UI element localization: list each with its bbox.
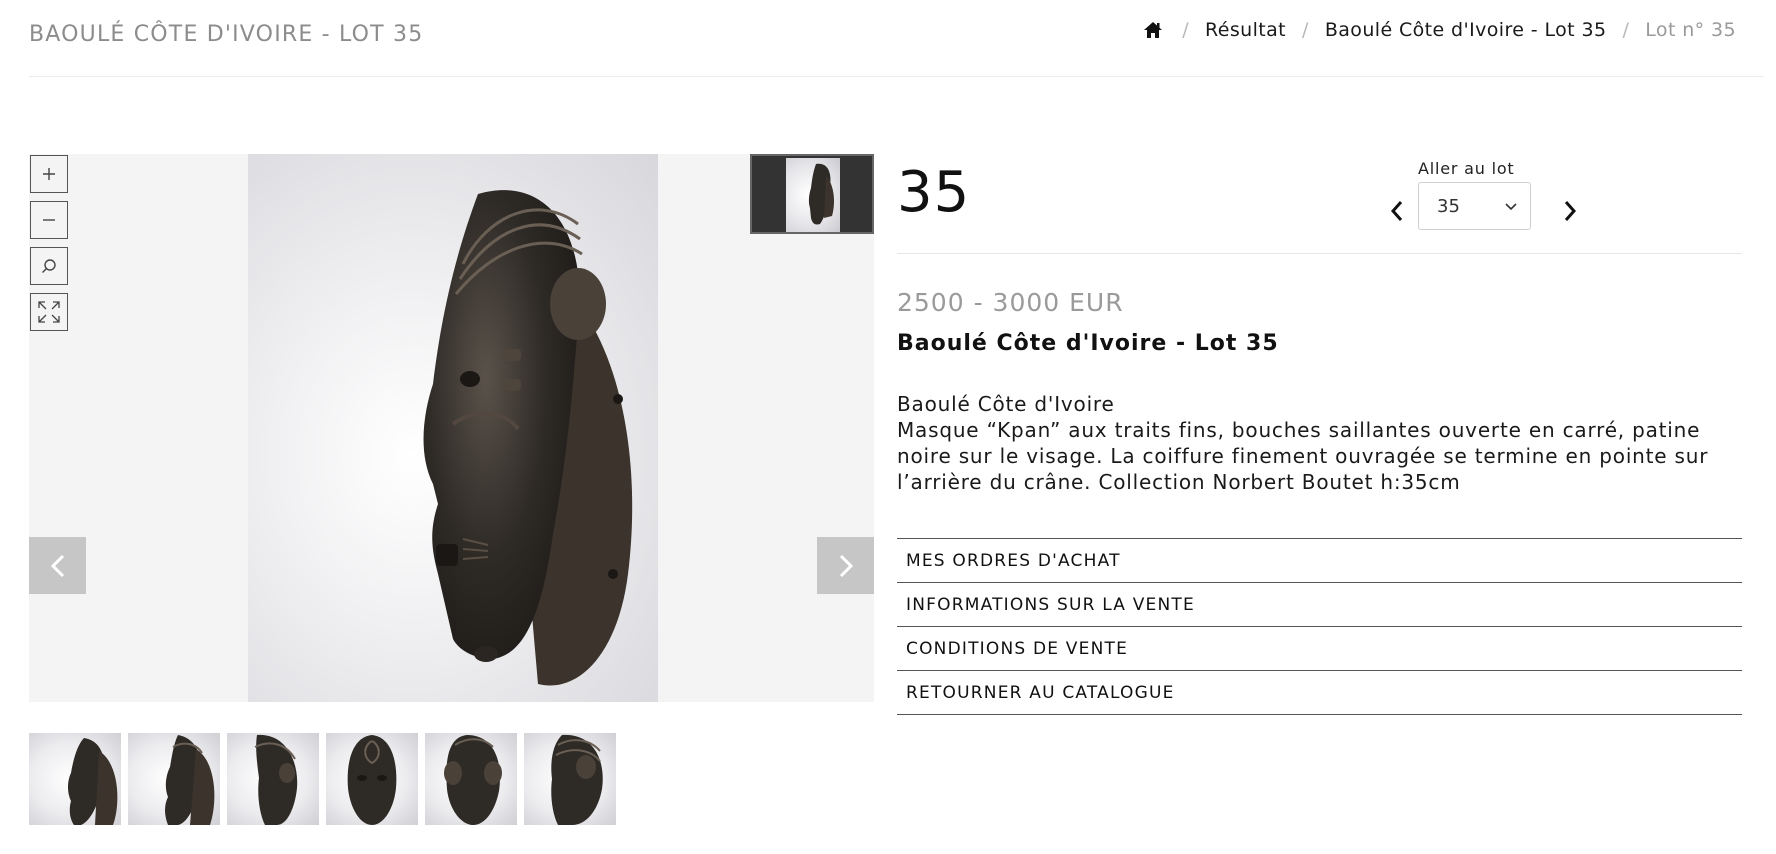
image-viewer[interactable]: [29, 154, 874, 702]
estimate-price: 2500 - 3000 EUR: [897, 288, 1124, 317]
page-header: BAOULÉ CÔTE D'IVOIRE - LOT 35 / Résultat…: [29, 0, 1764, 77]
navigator-viewport: [786, 158, 840, 232]
chevron-right-icon: [1564, 201, 1577, 221]
breadcrumb-item-lot[interactable]: Baoulé Côte d'Ivoire - Lot 35: [1325, 19, 1607, 41]
thumbnail-2[interactable]: [128, 733, 220, 825]
action-terms-of-sale[interactable]: CONDITIONS DE VENTE: [897, 627, 1742, 671]
mask-image: [423, 190, 633, 686]
main-lot-image[interactable]: [248, 154, 658, 702]
fullscreen-icon: [38, 301, 60, 323]
next-lot-button[interactable]: [1555, 196, 1585, 226]
divider: [897, 253, 1742, 254]
action-list: MES ORDRES D'ACHAT INFORMATIONS SUR LA V…: [897, 538, 1742, 715]
breadcrumb-separator: /: [1302, 19, 1309, 41]
lot-title: Baoulé Côte d'Ivoire - Lot 35: [897, 331, 1279, 356]
thumbnail-4[interactable]: [326, 733, 418, 825]
fullscreen-button[interactable]: [30, 293, 68, 331]
action-back-to-catalogue[interactable]: RETOURNER AU CATALOGUE: [897, 671, 1742, 715]
chevron-left-icon: [50, 554, 64, 577]
goto-lot-value: 35: [1437, 195, 1460, 217]
lot-number: 35: [897, 160, 971, 225]
zoom-controls: [30, 155, 68, 339]
home-icon[interactable]: [1142, 19, 1164, 41]
thumbnail-strip: [29, 733, 623, 825]
thumbnail-5[interactable]: [425, 733, 517, 825]
thumbnail-6[interactable]: [524, 733, 616, 825]
navigator-thumbnail[interactable]: [750, 154, 874, 234]
previous-image-button[interactable]: [29, 537, 86, 594]
breadcrumb: / Résultat / Baoulé Côte d'Ivoire - Lot …: [1142, 19, 1736, 41]
thumbnail-1[interactable]: [29, 733, 121, 825]
magnifier-icon: [42, 259, 56, 273]
chevron-right-icon: [839, 554, 853, 577]
zoom-out-icon: [43, 219, 55, 221]
breadcrumb-current: Lot n° 35: [1645, 19, 1736, 41]
chevron-left-icon: [1390, 201, 1403, 221]
previous-lot-button[interactable]: [1382, 196, 1412, 226]
breadcrumb-item-resultat[interactable]: Résultat: [1205, 19, 1286, 41]
description-heading: Baoulé Côte d'Ivoire: [897, 392, 1115, 416]
thumbnail-3[interactable]: [227, 733, 319, 825]
chevron-down-icon: [1505, 203, 1517, 211]
zoom-in-icon: [43, 168, 55, 180]
lot-description: Baoulé Côte d'Ivoire Masque “Kpan” aux t…: [897, 391, 1747, 495]
breadcrumb-separator: /: [1622, 19, 1630, 41]
zoom-out-button[interactable]: [30, 201, 68, 239]
action-purchase-orders[interactable]: MES ORDRES D'ACHAT: [897, 539, 1742, 583]
next-image-button[interactable]: [817, 537, 874, 594]
breadcrumb-separator: /: [1182, 19, 1190, 41]
action-sale-information[interactable]: INFORMATIONS SUR LA VENTE: [897, 583, 1742, 627]
page-title: BAOULÉ CÔTE D'IVOIRE - LOT 35: [29, 22, 424, 47]
goto-lot-select[interactable]: 35: [1418, 182, 1531, 230]
magnifier-button[interactable]: [30, 247, 68, 285]
zoom-in-button[interactable]: [30, 155, 68, 193]
goto-lot-label: Aller au lot: [1418, 159, 1515, 178]
description-body: Masque “Kpan” aux traits fins, bouches s…: [897, 418, 1709, 494]
